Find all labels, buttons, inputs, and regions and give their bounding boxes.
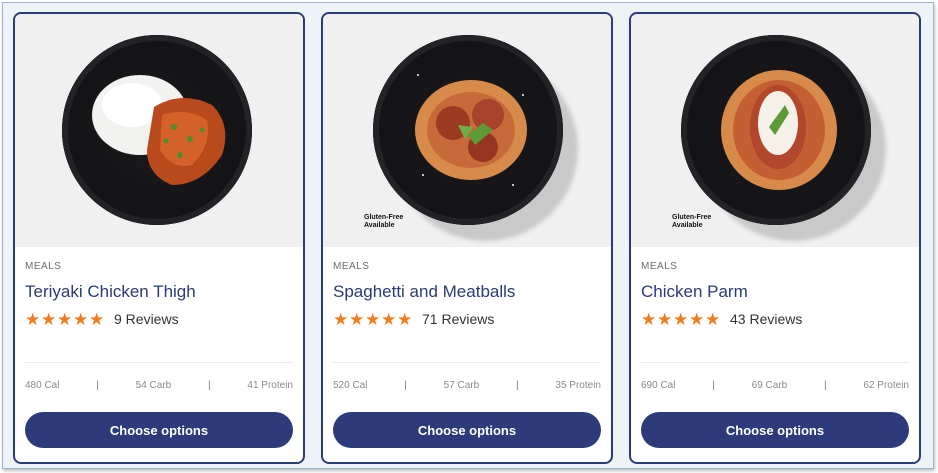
separator: | (824, 379, 827, 391)
star-icon: ★ (89, 309, 105, 329)
nutrition-row: 520 Cal | 57 Carb | 35 Protein (333, 378, 601, 392)
separator: | (712, 379, 715, 391)
meal-title[interactable]: Chicken Parm (641, 282, 909, 302)
separator: | (404, 379, 407, 391)
nutrition-row: 480 Cal | 54 Carb | 41 Protein (25, 378, 293, 392)
meal-image[interactable]: Gluten-Free Available (631, 14, 919, 247)
star-rating: ★ ★ ★ ★ ★ (25, 311, 105, 328)
gluten-free-badge: Gluten-Free Available (364, 214, 404, 229)
separator: | (96, 379, 99, 391)
star-icon: ★ (381, 309, 397, 329)
calories: 480 Cal (25, 379, 60, 391)
rating-row[interactable]: ★ ★ ★ ★ ★ 71 Reviews (333, 310, 601, 328)
protein: 35 Protein (555, 379, 601, 391)
calories: 520 Cal (333, 379, 368, 391)
star-icon: ★ (673, 309, 689, 329)
carbs: 69 Carb (751, 379, 788, 391)
star-icon: ★ (25, 309, 41, 329)
star-rating: ★ ★ ★ ★ ★ (333, 311, 413, 328)
divider (25, 362, 293, 363)
nutrition-row: 690 Cal | 69 Carb | 62 Protein (641, 378, 909, 392)
star-icon: ★ (397, 309, 413, 329)
meal-category: MEALS (25, 261, 62, 272)
protein: 62 Protein (863, 379, 909, 391)
gluten-free-badge: Gluten-Free Available (672, 214, 712, 229)
carbs: 57 Carb (443, 379, 480, 391)
plate-image (373, 35, 563, 225)
star-icon: ★ (73, 309, 89, 329)
calories: 690 Cal (641, 379, 676, 391)
meal-title[interactable]: Teriyaki Chicken Thigh (25, 282, 293, 302)
rating-row[interactable]: ★ ★ ★ ★ ★ 9 Reviews (25, 310, 293, 328)
carbs: 54 Carb (135, 379, 172, 391)
plate-image (681, 35, 871, 225)
star-icon: ★ (57, 309, 73, 329)
protein: 41 Protein (247, 379, 293, 391)
meal-card-spaghetti[interactable]: Gluten-Free Available MEALS Spaghetti an… (321, 12, 613, 464)
review-count[interactable]: 9 Reviews (114, 311, 179, 327)
star-icon: ★ (641, 309, 657, 329)
meal-category: MEALS (641, 261, 678, 272)
star-icon: ★ (365, 309, 381, 329)
food-illustration (415, 74, 527, 186)
star-icon: ★ (705, 309, 721, 329)
star-icon: ★ (349, 309, 365, 329)
choose-options-button[interactable]: Choose options (25, 412, 293, 448)
review-count[interactable]: 71 Reviews (422, 311, 494, 327)
separator: | (516, 379, 519, 391)
meal-image[interactable]: Gluten-Free Available (323, 14, 611, 247)
star-icon: ★ (41, 309, 57, 329)
star-icon: ★ (657, 309, 673, 329)
separator: | (208, 379, 211, 391)
choose-options-button[interactable]: Choose options (641, 412, 909, 448)
star-icon: ★ (333, 309, 349, 329)
food-illustration (721, 70, 837, 190)
review-count[interactable]: 43 Reviews (730, 311, 802, 327)
meal-image[interactable] (15, 14, 303, 247)
meal-category: MEALS (333, 261, 370, 272)
star-icon: ★ (689, 309, 705, 329)
divider (333, 362, 601, 363)
meal-card-chicken-parm[interactable]: Gluten-Free Available MEALS Chicken Parm… (629, 12, 921, 464)
choose-options-button[interactable]: Choose options (333, 412, 601, 448)
product-grid: MEALS Teriyaki Chicken Thigh ★ ★ ★ ★ ★ 9… (2, 2, 934, 469)
plate-image (62, 35, 252, 225)
rating-row[interactable]: ★ ★ ★ ★ ★ 43 Reviews (641, 310, 909, 328)
meal-card-teriyaki[interactable]: MEALS Teriyaki Chicken Thigh ★ ★ ★ ★ ★ 9… (13, 12, 305, 464)
meal-title[interactable]: Spaghetti and Meatballs (333, 282, 601, 302)
divider (641, 362, 909, 363)
food-illustration (92, 75, 226, 185)
star-rating: ★ ★ ★ ★ ★ (641, 311, 721, 328)
